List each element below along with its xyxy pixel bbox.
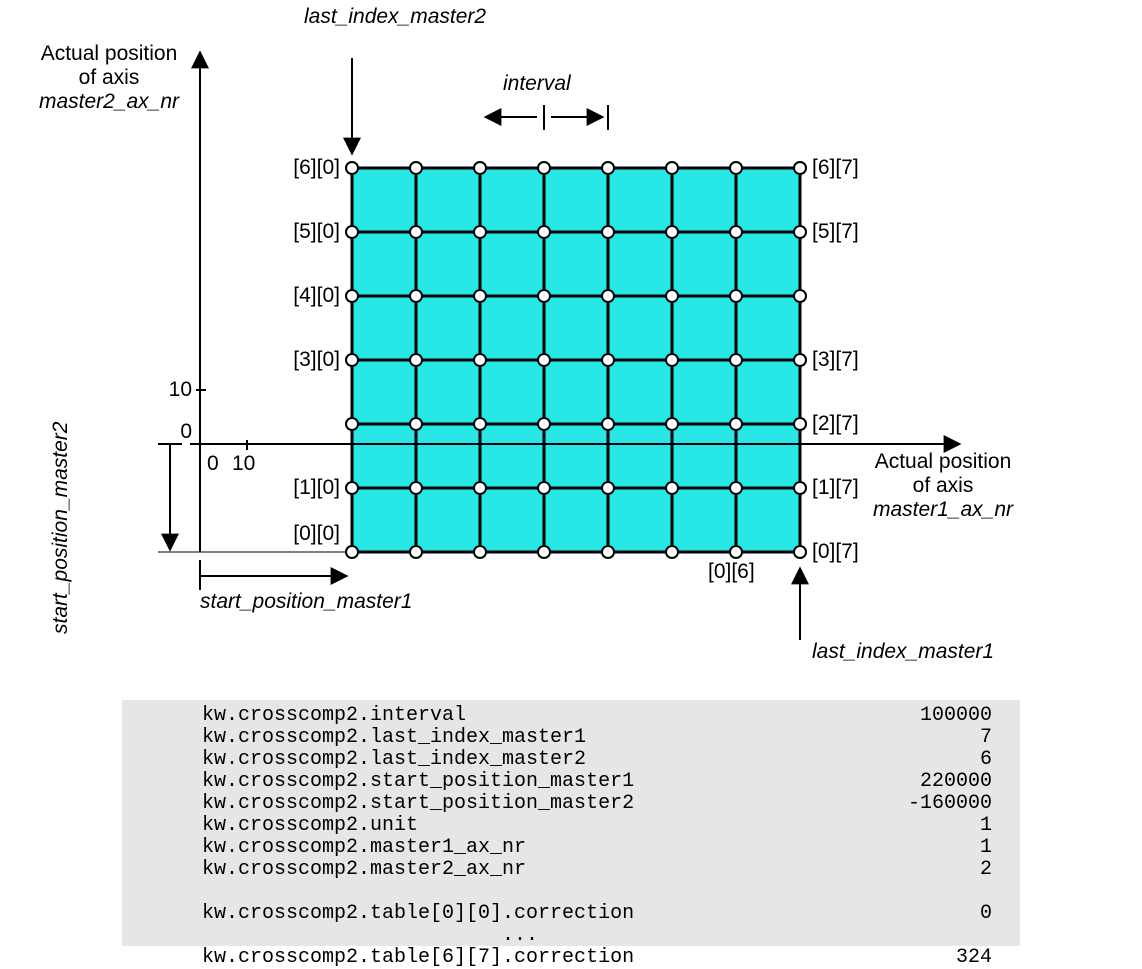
- code-row: kw.crosscomp2.last_index_master17: [122, 726, 1020, 748]
- code-row: kw.crosscomp2.start_position_master2-160…: [122, 792, 1020, 814]
- code-ellipsis: ...: [122, 924, 538, 946]
- idx-left-6: [6][0]: [276, 156, 340, 180]
- idx-left-5: [5][0]: [276, 220, 340, 244]
- code-val: 7: [772, 726, 992, 748]
- code-row: kw.crosscomp2.table[0][0].correction0: [122, 902, 1020, 924]
- x-tick-10: 10: [232, 452, 255, 476]
- code-val: 220000: [772, 770, 992, 792]
- code-val: 6: [772, 748, 992, 770]
- code-key: kw.crosscomp2.last_index_master1: [122, 726, 772, 748]
- code-val: 2: [772, 858, 992, 880]
- idx-right-0: [0][7]: [812, 540, 859, 564]
- code-val: 100000: [772, 704, 992, 726]
- code-key: kw.crosscomp2.table[6][7].correction: [122, 946, 772, 968]
- y-tick-0: 0: [162, 420, 192, 444]
- code-row: kw.crosscomp2.interval100000: [122, 704, 1020, 726]
- idx-left-0: [0][0]: [276, 522, 340, 546]
- code-box: kw.crosscomp2.interval100000 kw.crosscom…: [122, 700, 1020, 946]
- y-axis-title-l2: of axis: [79, 66, 140, 89]
- label-interval: interval: [503, 72, 571, 96]
- code-key: kw.crosscomp2.master1_ax_nr: [122, 836, 772, 858]
- x-axis-title: Actual position of axis master1_ax_nr: [858, 450, 1028, 522]
- label-start-pos-m1: start_position_master1: [200, 590, 412, 614]
- code-row-spacer: [122, 880, 1020, 902]
- code-key: kw.crosscomp2.table[0][0].correction: [122, 902, 772, 924]
- code-val: 324: [772, 946, 992, 968]
- x-axis-title-l2: of axis: [913, 474, 974, 497]
- code-key: kw.crosscomp2.start_position_master2: [122, 792, 772, 814]
- code-row: kw.crosscomp2.master1_ax_nr1: [122, 836, 1020, 858]
- idx-right-3: [3][7]: [812, 348, 859, 372]
- code-key: kw.crosscomp2.interval: [122, 704, 772, 726]
- idx-right-5: [5][7]: [812, 220, 859, 244]
- idx-right-1: [1][7]: [812, 476, 859, 500]
- code-val: 1: [772, 836, 992, 858]
- x-axis-title-l1: Actual position: [875, 450, 1012, 473]
- code-val: -160000: [772, 792, 992, 814]
- code-row-ellipsis: ...: [122, 924, 1020, 946]
- label-start-pos-m2: start_position_master2: [49, 422, 73, 634]
- y-axis-title: Actual position of axis master2_ax_nr: [24, 42, 194, 114]
- code-val: 1: [772, 814, 992, 836]
- diagram-stage: last_index_master2 interval Actual posit…: [0, 0, 1142, 956]
- y-axis-title-l1: Actual position: [41, 42, 178, 65]
- x-tick-0: 0: [207, 452, 219, 476]
- y-axis-title-l3: master2_ax_nr: [39, 90, 179, 113]
- code-key: kw.crosscomp2.last_index_master2: [122, 748, 772, 770]
- code-row: kw.crosscomp2.start_position_master12200…: [122, 770, 1020, 792]
- code-row: kw.crosscomp2.last_index_master26: [122, 748, 1020, 770]
- idx-left-1: [1][0]: [276, 476, 340, 500]
- idx-right-2: [2][7]: [812, 412, 859, 436]
- idx-left-3: [3][0]: [276, 348, 340, 372]
- interval-bracket: [487, 105, 608, 130]
- code-key: kw.crosscomp2.master2_ax_nr: [122, 858, 772, 880]
- code-key: kw.crosscomp2.unit: [122, 814, 772, 836]
- idx-right-6: [6][7]: [812, 156, 859, 180]
- idx-bottom-06: [0][6]: [708, 560, 755, 584]
- y-tick-10: 10: [152, 378, 192, 402]
- idx-left-4: [4][0]: [276, 284, 340, 308]
- code-row: kw.crosscomp2.master2_ax_nr2: [122, 858, 1020, 880]
- x-axis-title-l3: master1_ax_nr: [873, 498, 1013, 521]
- code-row: kw.crosscomp2.unit1: [122, 814, 1020, 836]
- label-last-index-m1: last_index_master1: [812, 640, 994, 664]
- code-row: kw.crosscomp2.table[6][7].correction324: [122, 946, 1020, 968]
- label-last-index-m2: last_index_master2: [304, 5, 486, 29]
- code-key: kw.crosscomp2.start_position_master1: [122, 770, 772, 792]
- code-val: 0: [772, 902, 992, 924]
